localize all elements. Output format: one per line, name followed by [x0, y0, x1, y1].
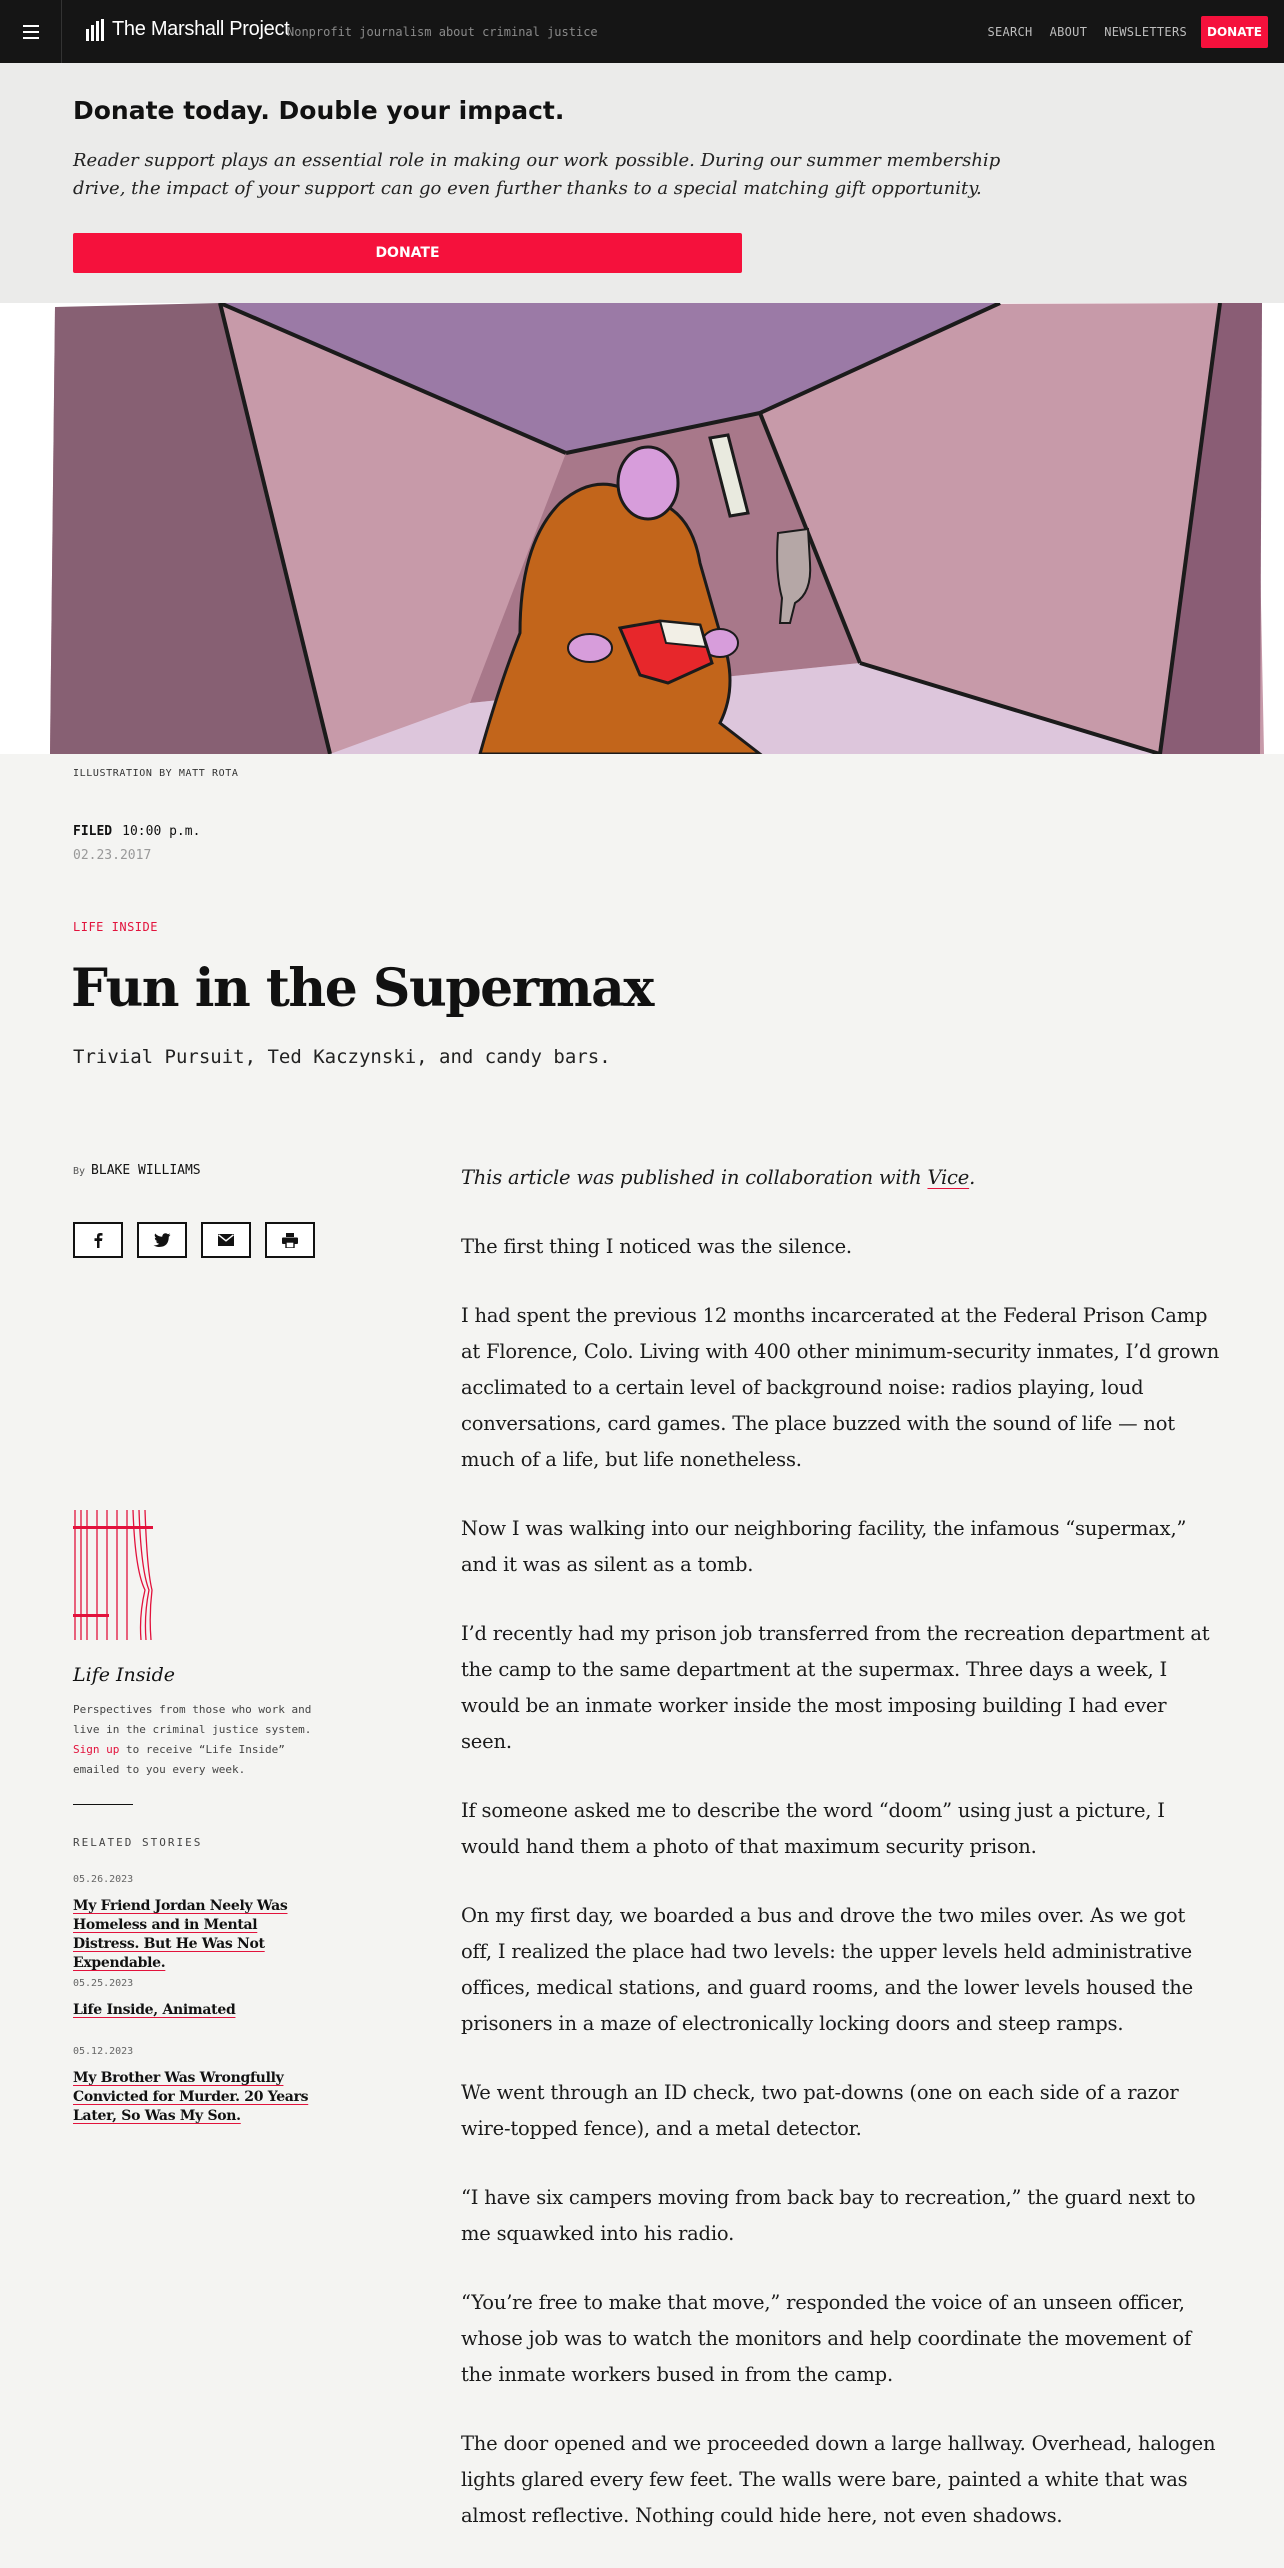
article-paragraph: I’d recently had my prison job transferr… [461, 1622, 1210, 1753]
article-paragraph: “I have six campers moving from back bay… [461, 2186, 1196, 2245]
article-paragraph: If someone asked me to describe the word… [461, 1799, 1165, 1858]
twitter-icon [153, 1232, 171, 1247]
banner-heading: Donate today. Double your impact. [73, 96, 565, 125]
filed-time: 10:00 p.m. [122, 824, 201, 839]
related-story: 05.12.2023 My Brother Was Wrongfully Con… [73, 2046, 323, 2126]
print-icon [282, 1232, 298, 1248]
site-logo[interactable]: The Marshall Project [86, 18, 290, 41]
top-nav: The Marshall Project Nonprofit journalis… [0, 0, 1284, 63]
life-inside-curtain-icon [73, 1510, 153, 1640]
related-story-link[interactable]: Life Inside, Animated [73, 2001, 323, 2020]
series-title: Life Inside [73, 1664, 175, 1686]
hero-illustration [0, 303, 1284, 754]
byline: By BLAKE WILLIAMS [73, 1163, 201, 1178]
related-story-date: 05.25.2023 [73, 1978, 134, 1989]
article-headline: Fun in the Supermax [71, 958, 654, 1019]
facebook-icon [94, 1233, 103, 1248]
signup-link[interactable]: Sign up [73, 1743, 119, 1756]
article-paragraph: We went through an ID check, two pat-dow… [461, 2081, 1179, 2140]
donate-banner: Donate today. Double your impact. Reader… [0, 63, 1284, 303]
facebook-share-button[interactable] [73, 1222, 123, 1258]
related-stories-label: RELATED STORIES [73, 1836, 203, 1849]
site-tagline: Nonprofit journalism about criminal just… [287, 25, 598, 39]
article-paragraph: On my first day, we boarded a bus and dr… [461, 1904, 1194, 2035]
article-paragraph: I had spent the previous 12 months incar… [461, 1304, 1220, 1471]
article-paragraph: The first thing I noticed was the silenc… [461, 1235, 852, 1258]
sidebar-divider [73, 1804, 133, 1805]
twitter-share-button[interactable] [137, 1222, 187, 1258]
nav-links: SEARCH ABOUT NEWSLETTERS [987, 25, 1187, 39]
related-story: 05.26.2023 My Friend Jordan Neely Was Ho… [73, 1874, 323, 1973]
author-name[interactable]: BLAKE WILLIAMS [91, 1163, 201, 1178]
share-buttons [73, 1222, 315, 1258]
illustration-credit: ILLUSTRATION BY MATT ROTA [73, 768, 239, 779]
collaboration-note: This article was published in collaborat… [461, 1160, 1221, 1196]
article-paragraph: Now I was walking into our neighboring f… [461, 1517, 1187, 1576]
article-paragraph: The door opened and we proceeded down a … [461, 2432, 1216, 2527]
filed-label: FILED [73, 824, 113, 839]
email-share-button[interactable] [201, 1222, 251, 1258]
banner-donate-button[interactable]: DONATE [73, 233, 742, 273]
email-icon [218, 1234, 234, 1246]
filed-line: FILED 10:00 p.m. [73, 824, 200, 839]
article-dek: Trivial Pursuit, Ted Kaczynski, and cand… [73, 1046, 611, 1068]
related-story-link[interactable]: My Friend Jordan Neely Was Homeless and … [73, 1897, 323, 1973]
logo-text: The Marshall Project [112, 18, 290, 40]
article-body: This article was published in collaborat… [461, 1160, 1221, 2567]
related-story-link[interactable]: My Brother Was Wrongfully Convicted for … [73, 2069, 323, 2126]
related-story: 05.25.2023 Life Inside, Animated [73, 1978, 323, 2020]
nav-link-about[interactable]: ABOUT [1050, 25, 1088, 39]
print-button[interactable] [265, 1222, 315, 1258]
related-story-date: 05.26.2023 [73, 1874, 134, 1885]
prison-cell-illustration [50, 303, 1264, 754]
hamburger-menu-icon[interactable] [0, 0, 62, 63]
byline-prefix: By [73, 1166, 86, 1177]
intro-end: . [969, 1166, 976, 1189]
series-description: Perspectives from those who work and liv… [73, 1700, 333, 1780]
logo-mark-icon [86, 18, 104, 41]
vice-link[interactable]: Vice [927, 1166, 969, 1189]
nav-donate-button[interactable]: DONATE [1201, 16, 1268, 48]
banner-body: Reader support plays an essential role i… [73, 150, 1001, 199]
nav-link-search[interactable]: SEARCH [987, 25, 1032, 39]
intro-text: This article was published in collaborat… [461, 1166, 928, 1189]
filed-date: 02.23.2017 [73, 848, 152, 863]
article-paragraph: “You’re free to make that move,” respond… [461, 2291, 1191, 2386]
section-kicker[interactable]: LIFE INSIDE [73, 920, 158, 934]
nav-link-newsletters[interactable]: NEWSLETTERS [1104, 25, 1187, 39]
series-desc-text: Perspectives from those who work and liv… [73, 1703, 312, 1736]
related-story-date: 05.12.2023 [73, 2046, 134, 2057]
